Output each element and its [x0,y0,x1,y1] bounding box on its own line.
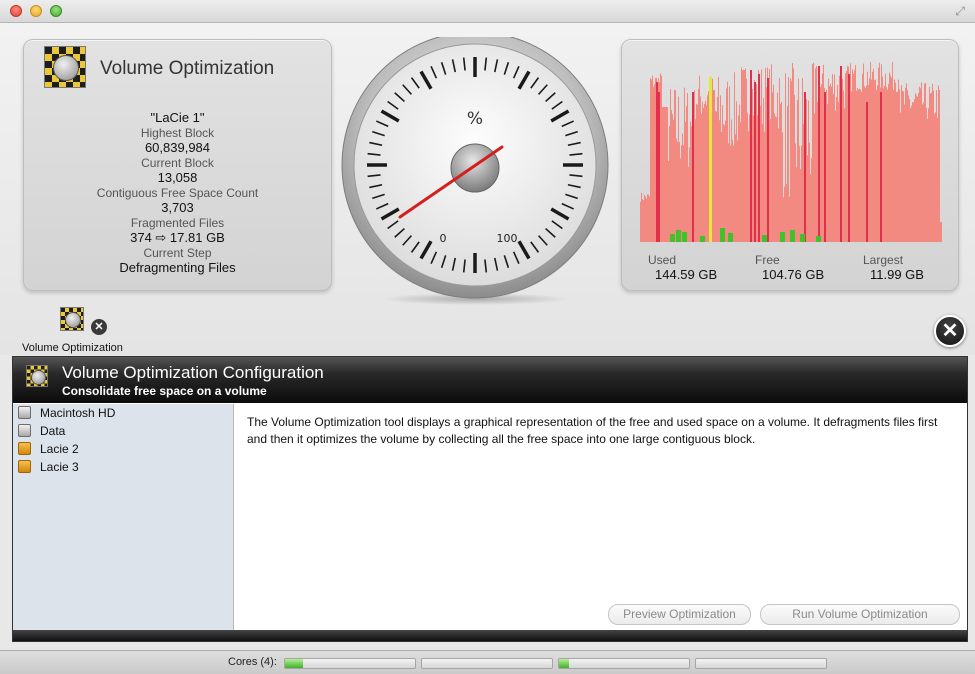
fragmented-files-label: Fragmented Files [130,216,225,230]
volume-name: "LaCie 1" [150,110,205,125]
window-minimize-button[interactable] [30,5,42,17]
core-meter-2 [421,658,553,669]
largest-label: Largest [863,253,904,267]
fragment-stripe [818,66,820,242]
volume-item-label: Data [40,424,66,438]
core-meter-4 [695,658,827,669]
volume-list: Macintosh HD Data Lacie 2 Lacie 3 [13,404,234,630]
current-step-label: Current Step [143,246,212,260]
cores-label: Cores (4): [228,656,277,668]
progress-gauge: % 0 100 [341,37,609,305]
free-space-sliver [762,235,767,242]
core-meter-1 [284,658,416,669]
title-bar: ⤢ [0,0,975,23]
fragment-stripe [754,82,756,242]
free-legend: Free 104.76 GB [755,253,824,282]
status-bar: Cores (4): [0,650,975,674]
core-meter-3 [558,658,690,669]
used-label: Used [648,253,677,267]
monitor-area: Volume Optimization "LaCie 1" Highest Bl… [0,23,975,355]
largest-value: 11.99 GB [870,267,924,282]
config-volume-optimization-icon [26,365,48,387]
fragmented-files-value: 374 ⇨ 17.81 GB [130,230,225,245]
remove-x-icon[interactable]: ✕ [91,319,107,335]
external-drive-icon [18,460,31,473]
window-close-button[interactable] [10,5,22,17]
largest-legend: Largest 11.99 GB [863,253,924,282]
free-space-sliver [670,234,675,242]
used-value: 144.59 GB [655,267,718,282]
fragment-stripe [866,102,868,242]
used-legend: Used 144.59 GB [648,253,717,282]
fragment-stripe [658,92,660,242]
close-panel-button[interactable]: ✕ [934,315,966,347]
fragment-stripe [840,66,842,242]
free-space-sliver [682,232,687,242]
preview-optimization-button[interactable]: Preview Optimization [608,604,751,625]
window-zoom-button[interactable] [50,5,62,17]
hard-drive-icon [18,406,31,419]
current-step-value: Defragmenting Files [119,260,236,275]
volume-item-label: Lacie 3 [40,460,79,474]
fragment-stripe [656,82,658,242]
gauge-max-label: 100 [497,232,518,245]
hard-drive-icon [18,424,31,437]
gauge-unit-label: % [467,109,483,129]
free-space-sliver [790,230,795,242]
tray-label: Volume Optimization [22,342,123,354]
configuration-footer [13,630,967,641]
stats-title: Volume Optimization [100,58,275,79]
space-graph-panel: Used 144.59 GB Free 104.76 GB Largest 11… [621,39,959,291]
fragment-stripe [758,74,760,242]
free-space-sliver [780,232,785,242]
fragment-stripe [804,92,806,242]
core-meter-fill [285,659,304,668]
app-window: ⤢ Volume Optimization "LaCie 1" Highest … [0,0,975,674]
free-value: 104.76 GB [762,267,825,282]
fragment-stripe [767,78,769,242]
volume-optimization-icon [44,46,86,88]
free-space-sliver [728,233,733,242]
highest-block-value: 60,839,984 [144,140,211,155]
fragment-stripe [880,92,882,242]
stats-panel: Volume Optimization "LaCie 1" Highest Bl… [23,39,332,291]
tool-description: The Volume Optimization tool displays a … [247,415,938,446]
fullscreen-arrows-icon[interactable]: ⤢ [953,4,967,18]
free-space-sliver [720,228,725,242]
external-drive-icon [18,442,31,455]
used-space-area [640,62,942,243]
free-space-sliver [700,236,705,242]
free-space-sliver [676,230,681,242]
volume-item-label: Macintosh HD [40,406,116,420]
gauge-min-label: 0 [440,232,447,245]
current-block-value: 13,058 [157,170,198,185]
core-meter-fill [559,659,570,668]
contiguous-free-space-label: Contiguous Free Space Count [96,186,259,200]
configuration-subtitle: Consolidate free space on a volume [62,384,267,398]
run-volume-optimization-button[interactable]: Run Volume Optimization [760,604,960,625]
volume-item-label: Lacie 2 [40,442,79,456]
configuration-title: Volume Optimization Configuration [62,363,324,382]
tray-volume-optimization-icon[interactable] [60,307,84,331]
free-used-space-graph [640,62,942,243]
fragment-stripe [848,74,850,242]
free-space-sliver [800,234,805,242]
contiguous-free-space-value: 3,703 [161,200,194,215]
configuration-header: Volume Optimization Configuration Consol… [13,357,967,403]
fragment-stripe [692,92,694,242]
highest-block-label: Highest Block [140,126,215,140]
current-block-label: Current Block [141,156,214,170]
free-space-sliver [816,236,821,242]
current-position-marker [709,77,712,242]
fragment-stripe [824,92,826,242]
free-label: Free [755,253,780,267]
configuration-panel: Volume Optimization Configuration Consol… [12,356,968,642]
fragment-stripe [750,70,752,242]
